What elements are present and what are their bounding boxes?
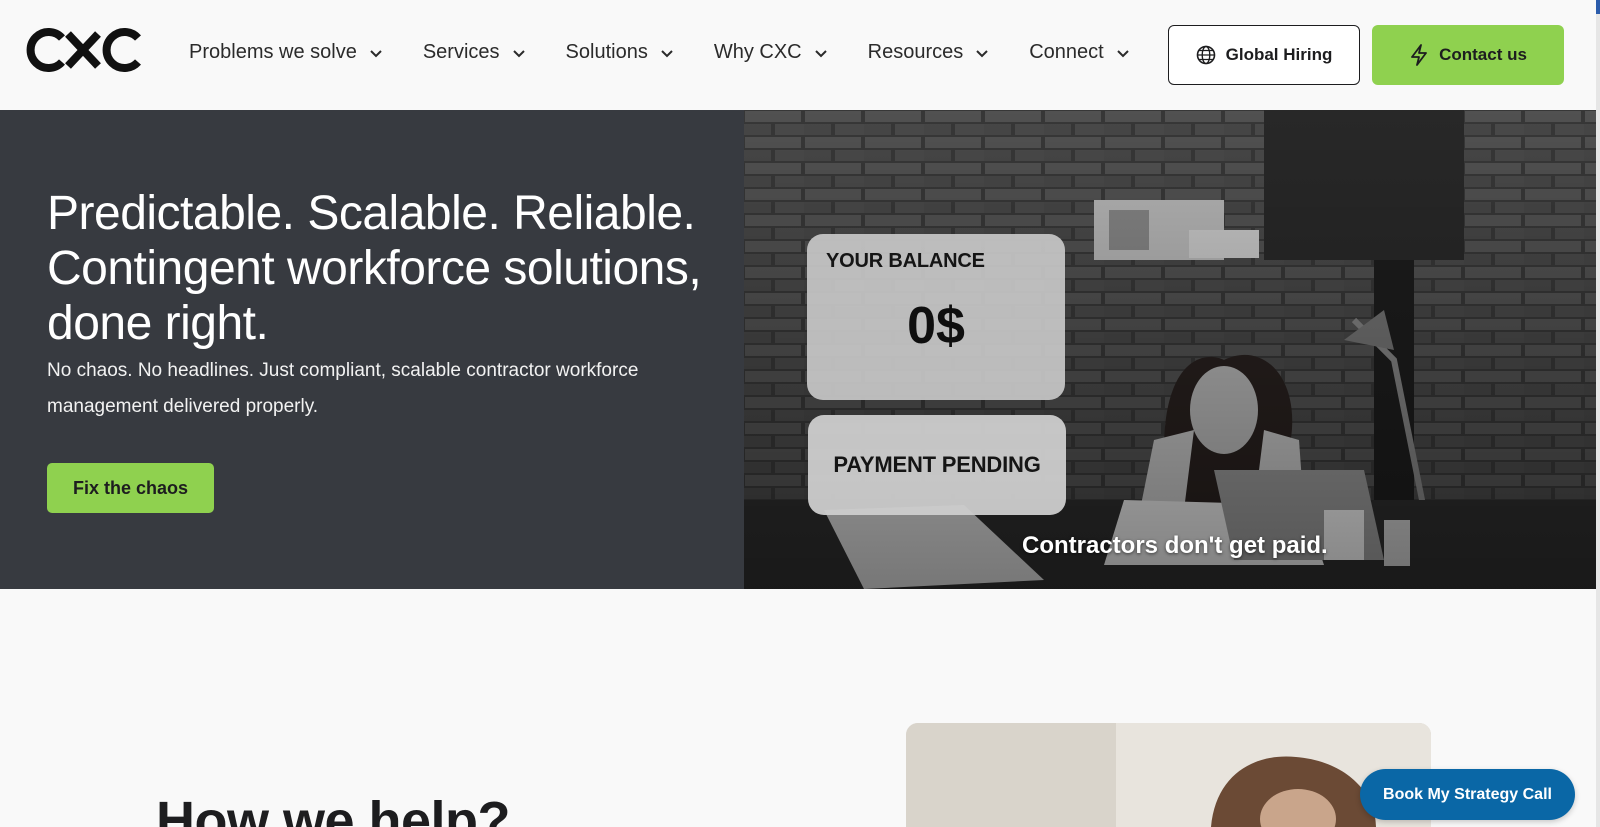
nav-item-label: Solutions [565,41,648,63]
global-hiring-button[interactable]: Global Hiring [1168,25,1360,85]
fix-the-chaos-button[interactable]: Fix the chaos [47,463,214,513]
balance-label: YOUR BALANCE [826,250,985,272]
chevron-down-icon [512,49,525,57]
scrollbar-thumb[interactable] [1596,0,1600,14]
nav-item-resources[interactable]: Resources [868,41,990,64]
site-header: Problems we solve Services Solutions Why… [0,0,1600,110]
hero-image-caption: Contractors don't get paid. [1022,532,1328,559]
hero-title-line3: done right. [47,297,269,350]
nav-item-label: Problems we solve [189,41,357,63]
contact-us-button[interactable]: Contact us [1372,25,1564,85]
nav-item-label: Connect [1029,41,1104,63]
hero-subtitle: No chaos. No headlines. Just compliant, … [47,360,639,417]
hero-title-line2: Contingent workforce solutions, [47,242,702,295]
nav-item-label: Resources [867,41,964,63]
contact-us-label: Contact us [1439,45,1527,64]
hero-image-panel: YOUR BALANCE 0$ PAYMENT PENDING Contract… [744,110,1600,589]
nav-item-why-cxc[interactable]: Why CXC [714,41,828,64]
cxc-logo[interactable] [24,28,142,72]
nav-item-problems[interactable]: Problems we solve [189,41,383,64]
nav-item-connect[interactable]: Connect [1029,41,1130,64]
hero-title-line1: Predictable. Scalable. Reliable. [47,187,696,240]
nav-item-label: Why CXC [713,41,802,63]
hero-text-panel: Predictable. Scalable. Reliable. Conting… [0,110,744,589]
hero-title: Predictable. Scalable. Reliable. Conting… [47,186,727,351]
person-photo [906,723,1431,827]
nav-item-services[interactable]: Services [423,41,526,64]
nav-item-label: Services [422,41,500,63]
chevron-down-icon [661,49,673,57]
nav-item-solutions[interactable]: Solutions [566,41,674,64]
book-strategy-call-button[interactable]: Book My Strategy Call [1360,769,1575,820]
balance-value: 0$ [907,297,965,355]
chevron-down-icon [1117,49,1129,57]
chevron-down-icon [370,49,382,57]
globe-icon [1196,45,1215,65]
chevron-down-icon [814,49,827,57]
lightning-icon [1411,44,1427,66]
hero-section: Predictable. Scalable. Reliable. Conting… [0,110,1600,589]
how-we-help-photo [906,723,1431,827]
chevron-down-icon [976,49,988,57]
payment-pending-card: PAYMENT PENDING [808,415,1066,515]
main-nav: Problems we solve Services Solutions Why… [189,41,1170,64]
balance-card: YOUR BALANCE 0$ [807,234,1065,400]
scrollbar-track[interactable] [1596,0,1600,827]
how-we-help-heading: How we help? [156,791,511,827]
payment-pending-label: PAYMENT PENDING [833,452,1041,477]
global-hiring-label: Global Hiring [1225,45,1333,64]
